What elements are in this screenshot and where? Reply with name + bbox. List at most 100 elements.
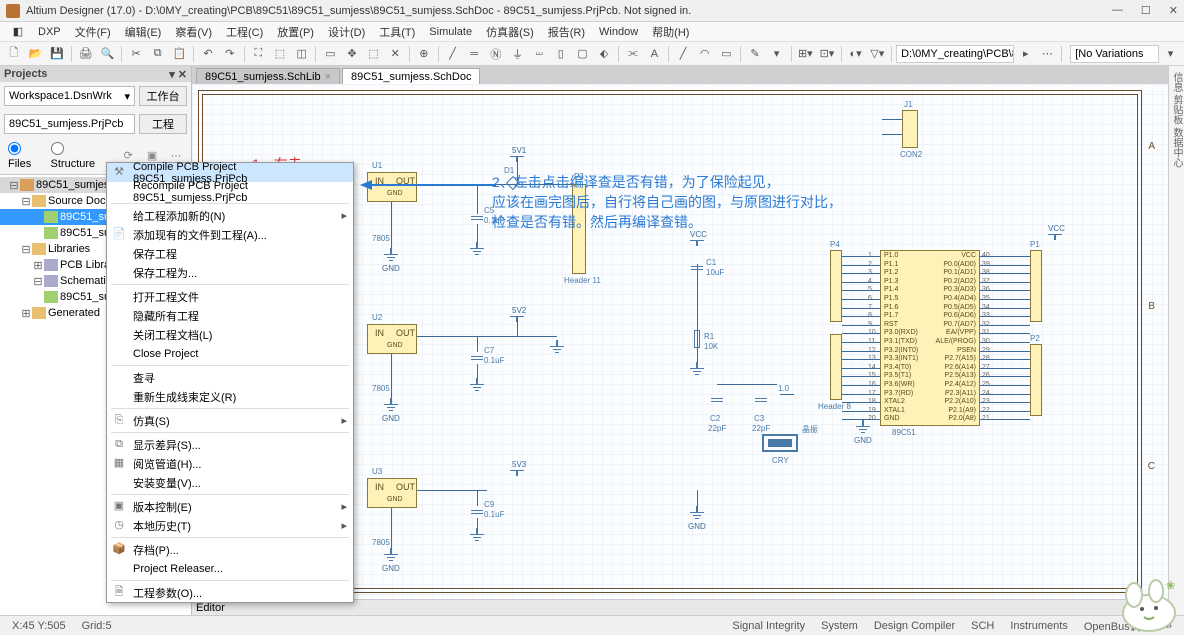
project-button[interactable]: 工程 <box>139 114 187 134</box>
menu-dxp[interactable]: DXP <box>34 24 65 40</box>
component-p2[interactable] <box>1030 344 1042 416</box>
mask-dd-icon[interactable]: ◐▾ <box>846 44 866 64</box>
ctx-item[interactable]: ⧉显示差异(S)... <box>107 435 353 454</box>
status-instruments[interactable]: Instruments <box>1006 620 1071 632</box>
ctx-item[interactable]: 🗎工程参数(O)... <box>107 583 353 602</box>
component-j1[interactable] <box>902 110 918 148</box>
place-sheet-icon[interactable]: ▢ <box>573 44 593 64</box>
grid-dd-icon[interactable]: ⊞▾ <box>795 44 815 64</box>
menu-place[interactable]: 放置(P) <box>273 22 318 42</box>
component-hdr8[interactable] <box>830 334 842 400</box>
path-combo[interactable]: D:\0MY_creating\PCB\89 <box>896 45 1014 63</box>
copy-icon[interactable]: ⧉ <box>148 44 168 64</box>
ctx-item[interactable]: Project Releaser... <box>107 559 353 578</box>
ctx-item[interactable]: Recompile PCB Project 89C51_sumjess.PrjP… <box>107 182 353 201</box>
menu-project[interactable]: 工程(C) <box>222 22 267 42</box>
menu-simulate[interactable]: Simulate <box>425 24 476 40</box>
ctx-item[interactable]: ⎘仿真(S)▸ <box>107 411 353 430</box>
structure-radio[interactable]: Structure <box>51 142 102 170</box>
ctx-item[interactable]: ◷本地历史(T)▸ <box>107 516 353 535</box>
menu-window[interactable]: Window <box>595 24 642 40</box>
ctx-item[interactable]: 给工程添加新的(N)▸ <box>107 206 353 225</box>
component-p4[interactable] <box>830 250 842 322</box>
ctx-item[interactable]: 📄添加现有的文件到工程(A)... <box>107 225 353 244</box>
print-icon[interactable]: 🖨 <box>76 44 96 64</box>
status-sch[interactable]: SCH <box>967 620 998 632</box>
arc-icon[interactable]: ◠ <box>695 44 715 64</box>
pen-dd-icon[interactable]: ▾ <box>767 44 787 64</box>
zoom-fit-icon[interactable]: ⛶ <box>249 44 269 64</box>
status-signal[interactable]: Signal Integrity <box>728 620 809 632</box>
paste-icon[interactable]: 📋 <box>170 44 190 64</box>
tab-schlib[interactable]: 89C51_sumjess.SchLib× <box>196 68 340 84</box>
ctx-item[interactable]: 重新生成线束定义(R) <box>107 387 353 406</box>
ctx-item[interactable]: 安装变量(V)... <box>107 473 353 492</box>
maximize-button[interactable]: ☐ <box>1141 4 1151 17</box>
move-icon[interactable]: ✥ <box>342 44 362 64</box>
project-combo[interactable]: 89C51_sumjess.PrjPcb <box>4 114 135 134</box>
ctx-item[interactable]: 保存工程为... <box>107 263 353 282</box>
clear-icon[interactable]: ✕ <box>385 44 405 64</box>
tab-schdoc[interactable]: 89C51_sumjess.SchDoc <box>342 68 480 84</box>
menu-design[interactable]: 设计(D) <box>324 22 369 42</box>
ctx-item[interactable]: ▣版本控制(E)▸ <box>107 497 353 516</box>
text-icon[interactable]: A <box>645 44 665 64</box>
ctx-item[interactable]: 保存工程 <box>107 244 353 263</box>
minimize-button[interactable]: — <box>1112 4 1123 17</box>
files-radio[interactable]: Files <box>8 142 41 170</box>
close-button[interactable]: ✕ <box>1169 4 1178 17</box>
zoom-area-icon[interactable]: ⬚ <box>270 44 290 64</box>
status-compiler[interactable]: Design Compiler <box>870 620 959 632</box>
ctx-item[interactable]: 查寻 <box>107 368 353 387</box>
workbench-button[interactable]: 工作台 <box>139 86 187 106</box>
ctx-item[interactable]: 关闭工程文档(L) <box>107 325 353 344</box>
ctx-item[interactable]: ▦阅览管道(H)... <box>107 454 353 473</box>
place-net-icon[interactable]: Ⓝ <box>486 44 506 64</box>
preview-icon[interactable]: 🔍 <box>98 44 118 64</box>
deselect-icon[interactable]: ⬚ <box>364 44 384 64</box>
cross-probe-icon[interactable]: ⊕ <box>414 44 434 64</box>
workspace-combo[interactable]: Workspace1.DsnWrk▾ <box>4 86 135 106</box>
place-vcc-icon[interactable]: ⏙ <box>529 44 549 64</box>
ctx-item[interactable]: 📦存档(P)... <box>107 540 353 559</box>
place-gnd-icon[interactable]: ⏚ <box>508 44 528 64</box>
menu-tools[interactable]: 工具(T) <box>375 22 419 42</box>
right-dock[interactable]: 信息 剪贴板 数据中心 <box>1168 66 1184 615</box>
dxp-icon[interactable]: ◧ <box>8 22 28 42</box>
menu-file[interactable]: 文件(F) <box>71 22 115 42</box>
open-icon[interactable]: 📂 <box>26 44 46 64</box>
harness-icon[interactable]: ⫘ <box>623 44 643 64</box>
new-icon[interactable]: 🗋 <box>4 44 24 64</box>
component-p1[interactable] <box>1030 250 1042 322</box>
place-part-icon[interactable]: ▯ <box>551 44 571 64</box>
panel-dd-icon[interactable]: ▾ <box>169 68 175 81</box>
menu-view[interactable]: 察看(V) <box>171 22 216 42</box>
place-bus-icon[interactable]: ═ <box>464 44 484 64</box>
var-dd-icon[interactable]: ▾ <box>1161 44 1181 64</box>
status-system[interactable]: System <box>817 620 862 632</box>
place-wire-icon[interactable]: ╱ <box>443 44 463 64</box>
undo-icon[interactable]: ↶ <box>198 44 218 64</box>
ctx-item[interactable]: Close Project <box>107 344 353 363</box>
variations-combo[interactable]: [No Variations <box>1070 45 1158 63</box>
menu-help[interactable]: 帮助(H) <box>648 22 693 42</box>
cut-icon[interactable]: ✂ <box>126 44 146 64</box>
place-port-icon[interactable]: ⬖ <box>594 44 614 64</box>
menu-simulator[interactable]: 仿真器(S) <box>482 22 538 42</box>
menu-reports[interactable]: 报告(R) <box>544 22 589 42</box>
save-icon[interactable]: 💾 <box>47 44 67 64</box>
close-icon[interactable]: × <box>325 71 331 83</box>
path-go-icon[interactable]: ▸ <box>1016 44 1036 64</box>
filter-dd-icon[interactable]: ▽▾ <box>867 44 887 64</box>
ctx-item[interactable]: 打开工程文件 <box>107 287 353 306</box>
select-icon[interactable]: ▭ <box>320 44 340 64</box>
ctx-item[interactable]: 隐藏所有工程 <box>107 306 353 325</box>
rect-icon[interactable]: ▭ <box>717 44 737 64</box>
panel-close-icon[interactable]: ✕ <box>178 68 187 81</box>
snap-dd-icon[interactable]: ⊡▾ <box>817 44 837 64</box>
line-icon[interactable]: ╱ <box>673 44 693 64</box>
redo-icon[interactable]: ↷ <box>220 44 240 64</box>
pen-icon[interactable]: ✎ <box>745 44 765 64</box>
menu-edit[interactable]: 编辑(E) <box>121 22 166 42</box>
zoom-select-icon[interactable]: ◫ <box>292 44 312 64</box>
